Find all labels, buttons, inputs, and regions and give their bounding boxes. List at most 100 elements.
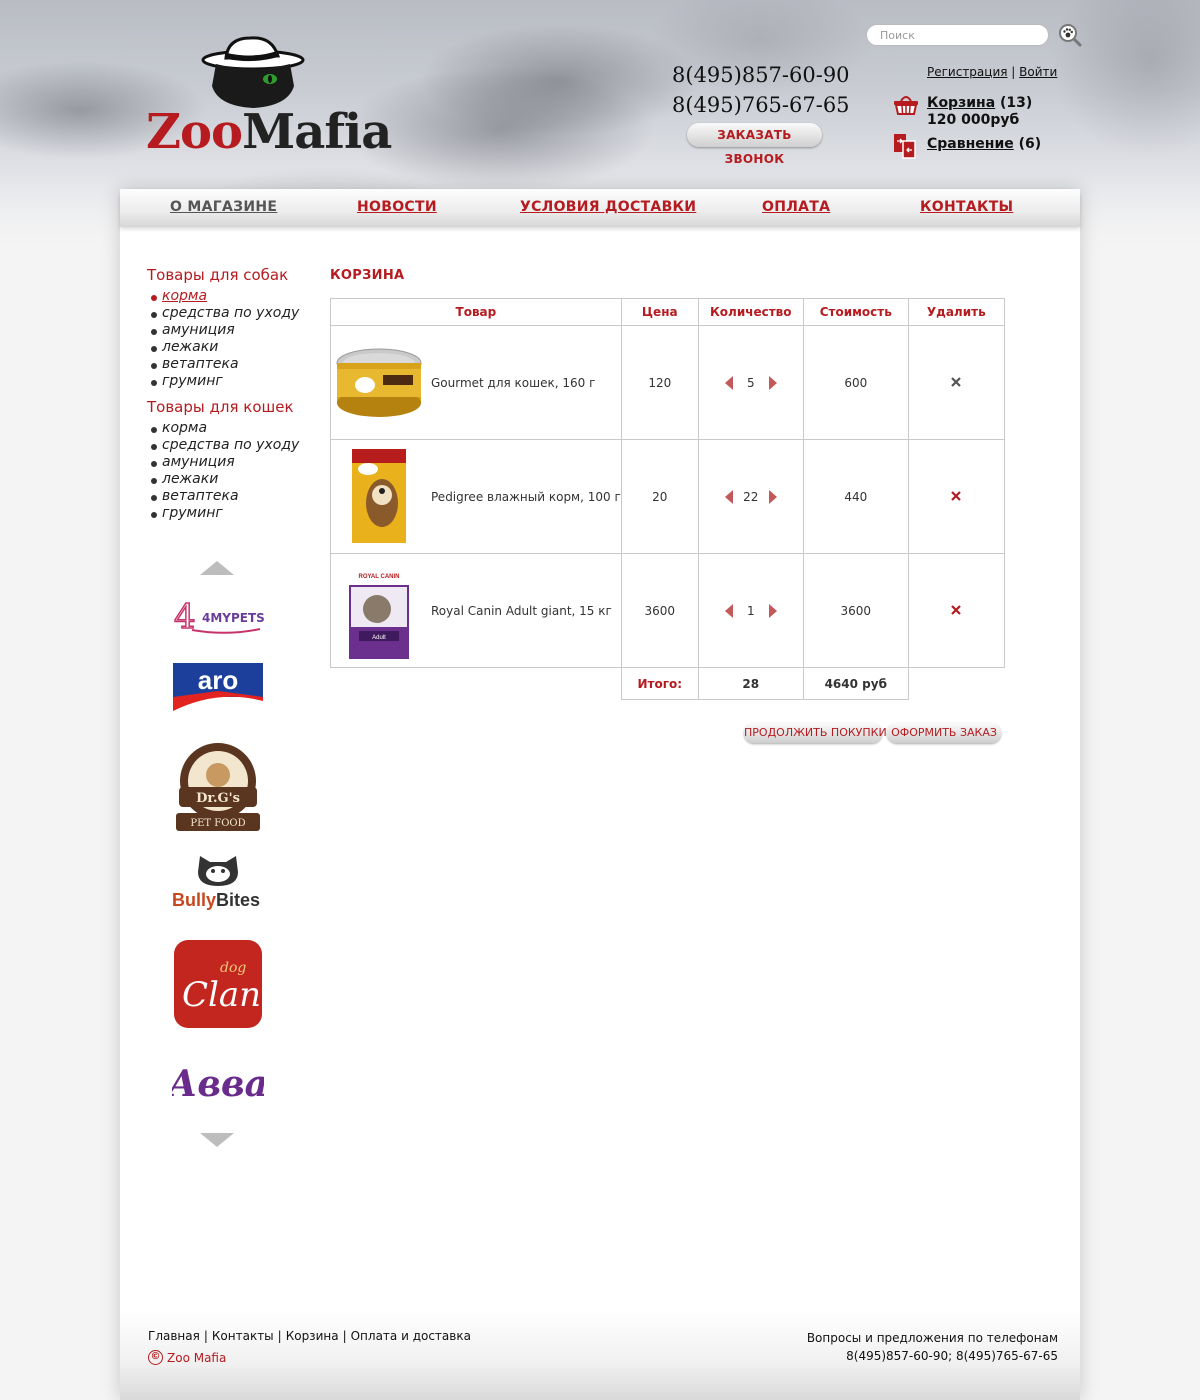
- product-cost: 3600: [802, 553, 909, 668]
- bully-bites-logo: Bully Bites: [172, 856, 260, 910]
- cats-category-title[interactable]: Товары для кошек: [147, 398, 294, 416]
- login-link[interactable]: Войти: [1019, 65, 1057, 79]
- page-title: КОРЗИНА: [330, 268, 405, 283]
- delete-cell: [907, 553, 1005, 668]
- footer-link-home[interactable]: Главная: [148, 1329, 200, 1343]
- delete-cell: [907, 325, 1005, 440]
- cats-item-beds[interactable]: лежаки: [151, 471, 299, 488]
- drgs-logo: Dr.G's PET FOOD: [176, 742, 260, 831]
- copyright-text: Zoo Mafia: [167, 1350, 227, 1365]
- brand-dog-clan[interactable]: dog Clan: [172, 937, 264, 1032]
- cart-count: (13): [1000, 95, 1033, 111]
- dogs-item-ammo[interactable]: амуниция: [151, 322, 299, 339]
- cats-category-list: корма средства по уходу амуниция лежаки …: [151, 420, 299, 522]
- product-cell: Gourmet для кошек, 160 г: [330, 325, 622, 440]
- total-spacer: [908, 667, 1005, 700]
- continue-shopping-button[interactable]: ПРОДОЛЖИТЬ ПОКУПКИ: [744, 723, 887, 743]
- brand-avva[interactable]: Авва: [172, 1051, 264, 1113]
- increase-quantity-button[interactable]: [766, 489, 780, 504]
- decrease-quantity-button[interactable]: [722, 375, 736, 390]
- svg-text:Авва: Авва: [172, 1063, 264, 1105]
- delete-item-button[interactable]: [951, 604, 962, 615]
- dogs-item-pharmacy[interactable]: ветаптека: [151, 356, 299, 373]
- 4mypets-logo: 4 4MYPETS: [173, 596, 264, 638]
- footer-link-contacts[interactable]: Контакты: [212, 1329, 274, 1343]
- decrease-quantity-button[interactable]: [722, 603, 736, 618]
- search-input[interactable]: [866, 24, 1049, 46]
- dogs-item-beds[interactable]: лежаки: [151, 339, 299, 356]
- chevron-down-icon: [200, 1133, 234, 1147]
- cart-row: Gourmet для кошек, 160 г 120 5 600: [330, 325, 1005, 440]
- nav-payment[interactable]: ОПЛАТА: [762, 199, 830, 215]
- svg-text:Adult: Adult: [372, 635, 386, 641]
- increase-quantity-button[interactable]: [766, 375, 780, 390]
- compare-summary: Сравнение (6): [927, 136, 1041, 152]
- register-link[interactable]: Регистрация: [927, 65, 1007, 79]
- svg-text:Bully: Bully: [172, 890, 216, 910]
- copyright: © Zoo Mafia: [148, 1350, 226, 1365]
- footer: Главная | Контакты | Корзина | Оплата и достав…: [120, 1310, 1080, 1400]
- product-image-pedigree[interactable]: [334, 447, 424, 547]
- delete-item-button[interactable]: [951, 376, 962, 387]
- footer-contact-text: Вопросы и предложения по телефонам: [806, 1331, 1058, 1345]
- brand-drgs[interactable]: Dr.G's PET FOOD: [172, 739, 264, 834]
- product-name[interactable]: Gourmet для кошек, 160 г: [431, 376, 595, 390]
- product-name[interactable]: Pedigree влажный корм, 100 г: [431, 490, 621, 504]
- svg-text:PET FOOD: PET FOOD: [190, 818, 245, 829]
- quantity-value[interactable]: 22: [736, 490, 766, 504]
- zoomafia-logo[interactable]: ZooMafia: [146, 34, 392, 164]
- product-image-royal-canin[interactable]: ROYAL CANIN Adult: [334, 561, 424, 661]
- cats-item-pharmacy[interactable]: ветаптека: [151, 488, 299, 505]
- basket-icon[interactable]: [893, 93, 919, 115]
- product-price: 3600: [620, 553, 699, 668]
- svg-text:Dr.G's: Dr.G's: [196, 791, 240, 806]
- decrease-quantity-button[interactable]: [722, 489, 736, 504]
- checkout-button[interactable]: ОФОРМИТЬ ЗАКАЗ: [887, 723, 1001, 743]
- chevron-up-icon: [200, 561, 234, 575]
- order-callback-button[interactable]: ЗАКАЗАТЬ ЗВОНОК: [687, 123, 822, 166]
- increase-quantity-button[interactable]: [766, 603, 780, 618]
- cats-item-food[interactable]: корма: [151, 420, 299, 437]
- dogs-item-care[interactable]: средства по уходу: [151, 305, 299, 322]
- delete-item-button[interactable]: [951, 490, 962, 501]
- cart-header-row: Товар Цена Количество Стоимость Удалить: [330, 298, 1005, 326]
- cart-link[interactable]: Корзина: [927, 95, 995, 111]
- cart-row: Pedigree влажный корм, 100 г 20 22 440: [330, 439, 1005, 554]
- svg-text:Clan: Clan: [182, 975, 261, 1015]
- footer-link-cart[interactable]: Корзина: [286, 1329, 339, 1343]
- quantity-value[interactable]: 5: [736, 376, 766, 390]
- nav-news[interactable]: НОВОСТИ: [357, 199, 437, 215]
- nav-delivery[interactable]: УСЛОВИЯ ДОСТАВКИ: [520, 199, 696, 215]
- total-label: Итого:: [620, 667, 699, 700]
- dogs-category-title[interactable]: Товары для собак: [147, 266, 288, 284]
- dogs-item-food[interactable]: корма: [151, 288, 299, 305]
- cats-item-care[interactable]: средства по уходу: [151, 437, 299, 454]
- nav-contacts[interactable]: КОНТАКТЫ: [920, 199, 1013, 215]
- product-name[interactable]: Royal Canin Adult giant, 15 кг: [431, 604, 612, 618]
- svg-text:ROYAL CANIN: ROYAL CANIN: [358, 574, 399, 580]
- brand-bully-bites[interactable]: Bully Bites: [172, 851, 264, 913]
- nav-about[interactable]: О МАГАЗИНЕ: [170, 199, 277, 215]
- dogs-item-grooming[interactable]: груминг: [151, 373, 299, 390]
- copyright-icon: ©: [148, 1350, 163, 1365]
- quantity-stepper: 1: [699, 603, 803, 618]
- auth-links: Регистрация | Войти: [927, 65, 1057, 79]
- brand-4mypets[interactable]: 4 4MYPETS: [172, 594, 264, 639]
- brand-aro[interactable]: aro: [172, 659, 264, 714]
- product-cell: Pedigree влажный корм, 100 г: [330, 439, 622, 554]
- footer-link-payment-delivery[interactable]: Оплата и доставка: [351, 1329, 471, 1343]
- brands-scroll-down-button[interactable]: [200, 1132, 234, 1148]
- cat-with-hat-icon: [201, 36, 305, 108]
- cats-item-grooming[interactable]: груминг: [151, 505, 299, 522]
- quantity-value[interactable]: 1: [736, 604, 766, 618]
- brands-scroll-up-button[interactable]: [200, 560, 234, 576]
- compare-link[interactable]: Сравнение: [927, 136, 1014, 152]
- page-container: О МАГАЗИНЕ НОВОСТИ УСЛОВИЯ ДОСТАВКИ ОПЛА…: [120, 189, 1080, 1400]
- compare-icon[interactable]: [893, 133, 917, 159]
- col-product: Товар: [330, 298, 622, 326]
- product-cost: 440: [802, 439, 909, 554]
- product-image-gourmet[interactable]: [334, 333, 424, 433]
- search-button[interactable]: [1058, 23, 1082, 47]
- cats-item-ammo[interactable]: амуниция: [151, 454, 299, 471]
- product-price: 120: [620, 325, 699, 440]
